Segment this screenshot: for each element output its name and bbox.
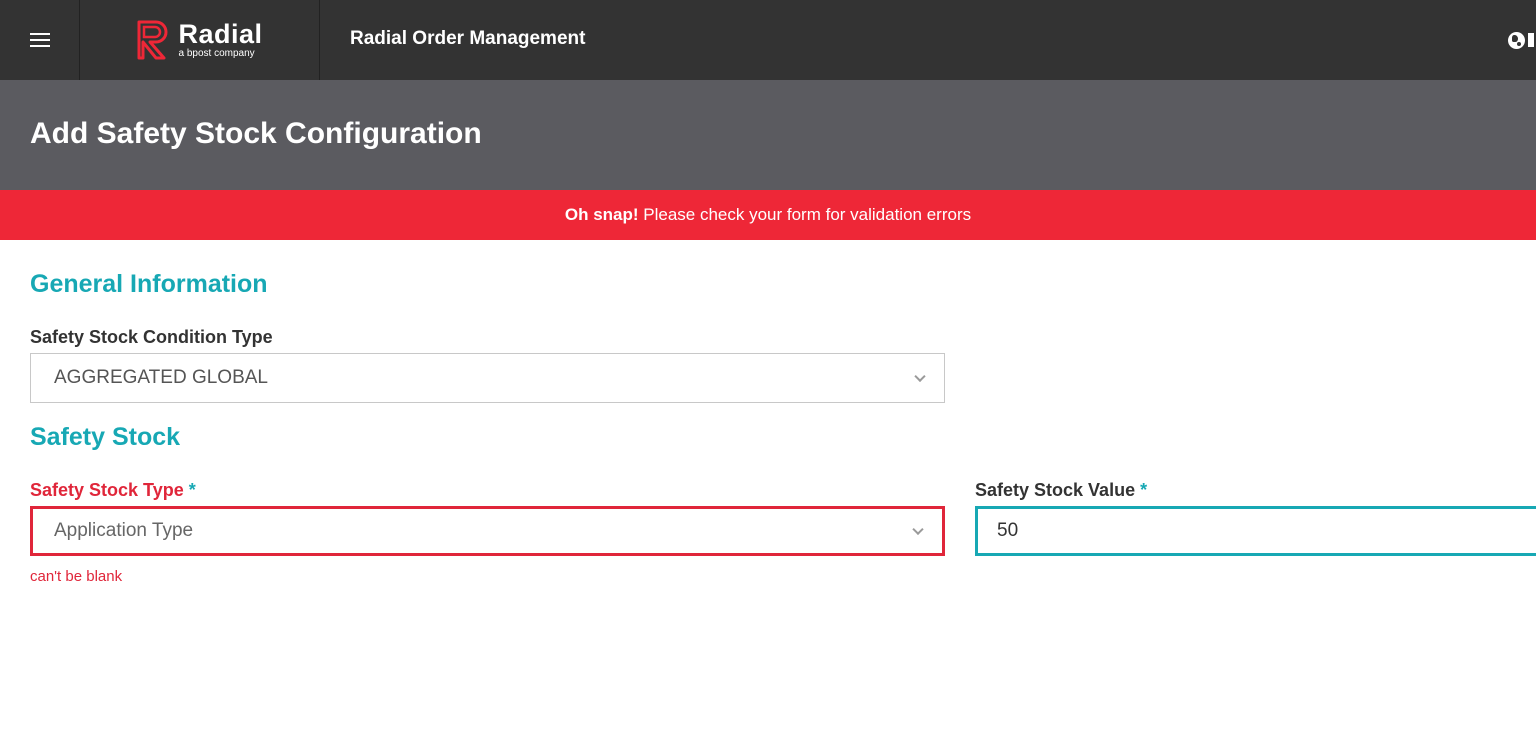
safety-stock-type-label: Safety Stock Type * xyxy=(30,480,196,501)
safety-stock-type-error: can't be blank xyxy=(30,568,123,585)
alert-message: Please check your form for validation er… xyxy=(638,205,972,224)
brand-name: Radial xyxy=(178,18,263,49)
condition-type-label: Safety Stock Condition Type xyxy=(30,327,273,347)
globe-icon xyxy=(1508,31,1525,49)
language-label-clipped xyxy=(1528,33,1534,47)
page-header: Add Safety Stock Configuration xyxy=(0,80,1536,190)
top-navigation-bar: Radial a bpost company Radial Order Mana… xyxy=(0,0,1536,80)
validation-error-alert: Oh snap! Please check your form for vali… xyxy=(0,190,1536,240)
hamburger-menu-icon xyxy=(29,32,50,48)
radial-logo-icon xyxy=(137,20,168,60)
general-information-heading: General Information xyxy=(30,270,268,298)
page-title: Add Safety Stock Configuration xyxy=(30,117,482,150)
brand-tagline: a bpost company xyxy=(178,47,255,59)
safety-stock-type-select[interactable]: Application Type xyxy=(30,506,945,556)
app-title: Radial Order Management xyxy=(350,28,586,49)
hamburger-menu-button[interactable] xyxy=(0,0,80,80)
chevron-down-icon xyxy=(914,370,926,383)
alert-bold-text: Oh snap! xyxy=(564,205,639,224)
safety-stock-value-label-text: Safety Stock Value xyxy=(975,480,1136,500)
chevron-down-icon xyxy=(912,523,924,536)
brand-logo[interactable]: Radial a bpost company xyxy=(80,0,320,80)
required-asterisk: * xyxy=(188,480,196,500)
safety-stock-value-label: Safety Stock Value * xyxy=(975,480,1147,501)
safety-stock-type-placeholder: Application Type xyxy=(54,520,194,541)
language-selector[interactable] xyxy=(1508,30,1536,50)
safety-stock-heading: Safety Stock xyxy=(30,423,181,451)
safety-stock-value-input[interactable] xyxy=(975,506,1536,556)
required-asterisk: * xyxy=(1140,480,1148,500)
safety-stock-type-label-text: Safety Stock Type xyxy=(30,480,184,500)
condition-type-selected-value: AGGREGATED GLOBAL xyxy=(54,367,268,388)
condition-type-select[interactable]: AGGREGATED GLOBAL xyxy=(30,353,945,403)
